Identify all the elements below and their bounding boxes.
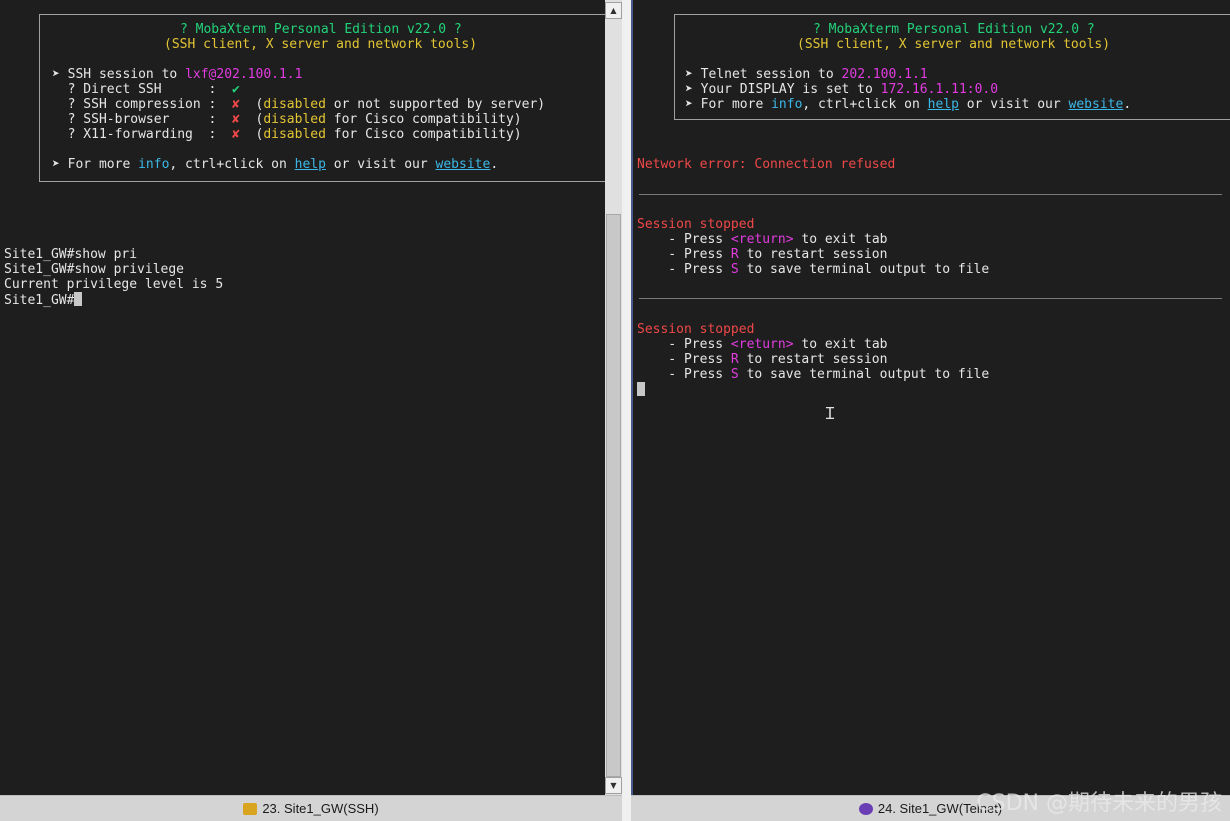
- ssh-terminal-scrollbar[interactable]: ▲ ▼: [605, 0, 622, 795]
- exit-tab-hint: - Press <return> to exit tab: [637, 232, 888, 247]
- help-link[interactable]: help: [295, 157, 326, 172]
- telnet-globe-icon: [858, 802, 873, 815]
- help-link[interactable]: help: [928, 97, 959, 112]
- terminal-cursor: [74, 292, 83, 306]
- watermark: CSDN @期待未来的男孩: [976, 791, 1222, 816]
- terminal-output-line: Site1_GW#show pri: [4, 247, 138, 262]
- direct-ssh-line: ? Direct SSH : ✔: [52, 82, 240, 97]
- cross-icon: ✘: [232, 127, 240, 142]
- display-value: 172.16.1.11:0.0: [880, 82, 999, 97]
- ssh-session-line: ➤ SSH session to lxf@202.100.1.1: [52, 67, 303, 82]
- ssh-session-target: lxf@202.100.1.1: [185, 67, 303, 82]
- more-info-line: ➤ For more info, ctrl+click on help or v…: [52, 157, 499, 172]
- telnet-session-line: ➤ Telnet session to 202.100.1.1: [685, 67, 928, 82]
- ssh-terminal-pane[interactable]: ? MobaXterm Personal Edition v22.0 ? (SS…: [0, 0, 605, 821]
- pane-splitter[interactable]: [622, 0, 631, 821]
- restart-session-hint: - Press R to restart session: [637, 247, 888, 262]
- scroll-thumb[interactable]: [606, 214, 621, 777]
- telnet-terminal-output[interactable]: ? MobaXterm Personal Edition v22.0 ? (SS…: [633, 0, 1230, 795]
- terminal-prompt-line: Site1_GW#: [4, 292, 83, 308]
- banner-subtitle: (SSH client, X server and network tools): [164, 37, 478, 52]
- wrench-key-icon: [243, 802, 258, 815]
- terminal-output-line: Current privilege level is 5: [4, 277, 224, 292]
- telnet-terminal-pane[interactable]: ? MobaXterm Personal Edition v22.0 ? (SS…: [631, 0, 1230, 821]
- session-stopped-title: Session stopped: [637, 322, 755, 337]
- display-line: ➤ Your DISPLAY is set to 172.16.1.11:0.0: [685, 82, 999, 97]
- save-output-hint: - Press S to save terminal output to fil…: [637, 367, 990, 382]
- divider: [639, 194, 1222, 195]
- more-info-line: ➤ For more info, ctrl+click on help or v…: [685, 97, 1132, 112]
- text-cursor-icon: Ｉ: [822, 404, 839, 423]
- ssh-tab-statusbar[interactable]: 23. Site1_GW(SSH): [0, 795, 622, 821]
- telnet-session-target: 202.100.1.1: [841, 67, 928, 82]
- cross-icon: ✘: [232, 112, 240, 127]
- terminal-prompt: Site1_GW#: [4, 293, 75, 308]
- scroll-down-button[interactable]: ▼: [605, 777, 622, 794]
- ssh-terminal-output[interactable]: ? MobaXterm Personal Edition v22.0 ? (SS…: [0, 0, 605, 795]
- divider: [639, 298, 1222, 299]
- terminal-cursor: [637, 382, 645, 396]
- save-output-hint: - Press S to save terminal output to fil…: [637, 262, 990, 277]
- banner-title: ? MobaXterm Personal Edition v22.0 ?: [180, 22, 462, 37]
- ssh-tab-label[interactable]: 23. Site1_GW(SSH): [262, 801, 378, 816]
- banner-subtitle: (SSH client, X server and network tools): [797, 37, 1111, 52]
- network-error-message: Network error: Connection refused: [637, 157, 896, 172]
- session-stopped-title: Session stopped: [637, 217, 755, 232]
- banner-title: ? MobaXterm Personal Edition v22.0 ?: [813, 22, 1095, 37]
- scroll-up-button[interactable]: ▲: [605, 2, 622, 19]
- cross-icon: ✘: [232, 97, 240, 112]
- website-link[interactable]: website: [436, 157, 491, 172]
- x11-forwarding-line: ? X11-forwarding : ✘ (disabled for Cisco…: [52, 127, 522, 142]
- check-icon: ✔: [232, 82, 240, 97]
- ssh-browser-line: ? SSH-browser : ✘ (disabled for Cisco co…: [52, 112, 522, 127]
- terminal-output-line: Site1_GW#show privilege: [4, 262, 185, 277]
- ssh-compression-line: ? SSH compression : ✘ (disabled or not s…: [52, 97, 546, 112]
- website-link[interactable]: website: [1069, 97, 1124, 112]
- terminal-cursor-line: [637, 382, 645, 398]
- exit-tab-hint: - Press <return> to exit tab: [637, 337, 888, 352]
- restart-session-hint: - Press R to restart session: [637, 352, 888, 367]
